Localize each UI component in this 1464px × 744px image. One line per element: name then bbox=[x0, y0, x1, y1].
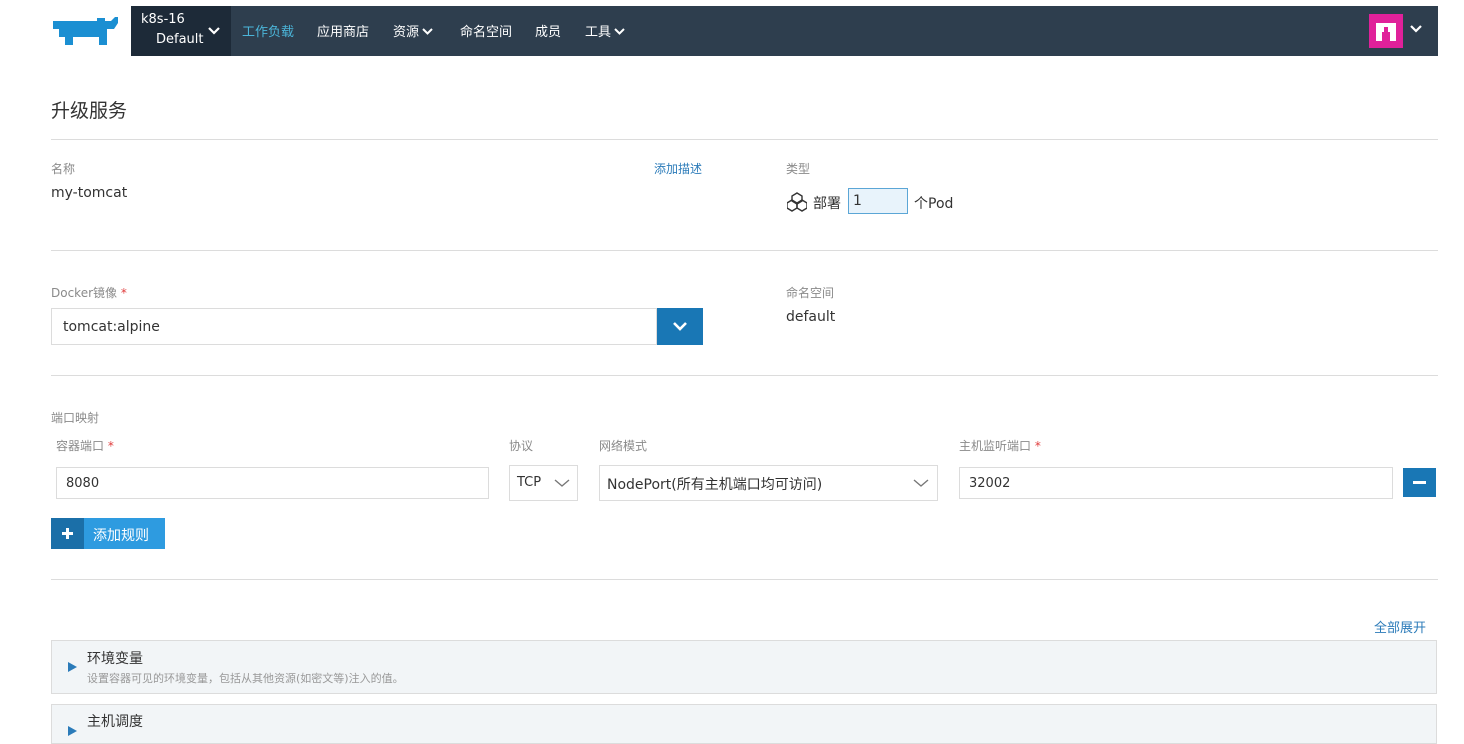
service-name-value[interactable]: my-tomcat bbox=[51, 185, 127, 201]
chevron-down-icon bbox=[422, 28, 433, 35]
caret-right-icon bbox=[68, 662, 77, 672]
type-label: 类型 bbox=[786, 162, 811, 176]
nav-tools-label: 工具 bbox=[585, 25, 612, 40]
port-mapping-label: 端口映射 bbox=[51, 411, 100, 425]
protocol-select[interactable]: TCP bbox=[509, 465, 578, 501]
image-dropdown-button[interactable] bbox=[657, 308, 703, 345]
host-port-label: 主机监听端口 * bbox=[959, 437, 1041, 454]
cluster-project-switcher[interactable]: k8s-16 Default bbox=[131, 6, 231, 56]
chevron-down-icon bbox=[614, 28, 625, 35]
divider bbox=[51, 375, 1438, 376]
expand-all-link[interactable]: 全部展开 bbox=[1374, 617, 1426, 636]
divider bbox=[51, 250, 1438, 251]
host-port-label-text: 主机监听端口 bbox=[959, 439, 1032, 453]
accordion-title: 环境变量 bbox=[87, 651, 143, 667]
divider bbox=[51, 139, 1438, 140]
chevron-down-icon bbox=[554, 479, 570, 487]
docker-image-input[interactable] bbox=[51, 308, 657, 345]
add-rule-button[interactable]: 添加规则 bbox=[51, 518, 165, 549]
network-mode-select[interactable]: NodePort(所有主机端口均可访问) bbox=[599, 465, 938, 501]
name-label: 名称 bbox=[51, 162, 76, 176]
host-port-input[interactable] bbox=[959, 467, 1393, 499]
user-avatar[interactable] bbox=[1369, 14, 1403, 48]
add-description-link[interactable]: 添加描述 bbox=[654, 160, 702, 177]
container-port-label: 容器端口 * bbox=[56, 437, 114, 454]
required-mark: * bbox=[120, 286, 127, 300]
rancher-logo[interactable] bbox=[51, 15, 121, 49]
network-mode-select-value: NodePort(所有主机端口均可访问) bbox=[607, 477, 823, 493]
project-name: Default bbox=[156, 32, 204, 47]
nav-workloads[interactable]: 工作负载 bbox=[242, 21, 294, 40]
top-navbar: k8s-16 Default 工作负载 应用商店 资源 命名空间 成员 工具 bbox=[131, 6, 1438, 56]
cluster-name: k8s-16 bbox=[141, 12, 185, 27]
namespace-label: 命名空间 bbox=[786, 286, 835, 300]
chevron-down-icon bbox=[673, 322, 687, 331]
accordion-description: 设置容器可见的环境变量，包括从其他资源(如密文等)注入的值。 bbox=[87, 672, 404, 685]
deploy-label: 部署 bbox=[813, 196, 841, 212]
minus-icon bbox=[1413, 481, 1426, 484]
container-port-label-text: 容器端口 bbox=[56, 439, 105, 453]
chevron-down-icon bbox=[208, 27, 220, 35]
divider bbox=[51, 579, 1438, 580]
chevron-down-icon bbox=[913, 479, 929, 487]
page-title: 升级服务 bbox=[51, 100, 128, 122]
chevron-down-icon[interactable] bbox=[1409, 22, 1423, 36]
deployment-icon bbox=[787, 192, 807, 212]
nav-members[interactable]: 成员 bbox=[535, 21, 561, 40]
remove-port-button[interactable] bbox=[1403, 468, 1436, 497]
namespace-value: default bbox=[786, 309, 836, 325]
add-rule-label: 添加规则 bbox=[93, 528, 149, 544]
accordion-host-scheduling[interactable]: 主机调度 bbox=[51, 704, 1437, 744]
nav-app-store[interactable]: 应用商店 bbox=[317, 21, 369, 40]
required-mark: * bbox=[1034, 439, 1041, 453]
protocol-label: 协议 bbox=[509, 439, 534, 453]
docker-image-label: Docker镜像 * bbox=[51, 284, 127, 301]
container-port-input[interactable] bbox=[56, 467, 489, 499]
replica-count-input[interactable] bbox=[848, 188, 908, 214]
pod-unit-label: 个Pod bbox=[914, 196, 954, 212]
network-mode-label: 网络模式 bbox=[599, 439, 648, 453]
plus-icon bbox=[51, 518, 84, 549]
caret-right-icon bbox=[68, 726, 77, 736]
nav-resources-label: 资源 bbox=[393, 25, 420, 40]
required-mark: * bbox=[107, 439, 114, 453]
nav-namespaces[interactable]: 命名空间 bbox=[460, 21, 512, 40]
docker-image-label-text: Docker镜像 bbox=[51, 286, 118, 300]
nav-tools[interactable]: 工具 bbox=[585, 21, 625, 40]
accordion-env-vars[interactable]: 环境变量 设置容器可见的环境变量，包括从其他资源(如密文等)注入的值。 bbox=[51, 640, 1437, 694]
protocol-select-value: TCP bbox=[517, 475, 542, 490]
accordion-title: 主机调度 bbox=[87, 714, 143, 730]
nav-resources[interactable]: 资源 bbox=[393, 21, 433, 40]
